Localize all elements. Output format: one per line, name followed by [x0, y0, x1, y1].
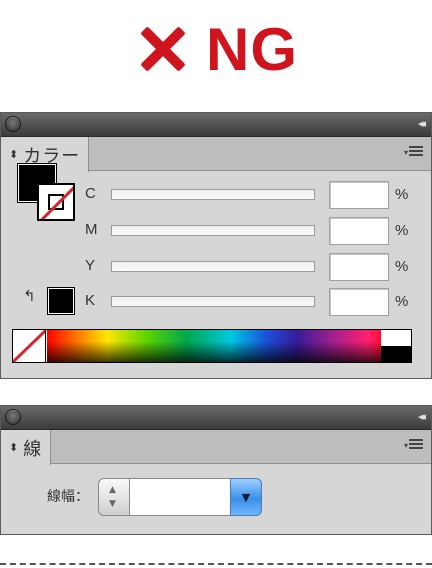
- ng-header: NG: [0, 14, 432, 84]
- stroke-weight-stepper[interactable]: ▲ ▼: [98, 478, 130, 516]
- cmyk-row-y: Y %: [85, 253, 425, 281]
- color-panel: ◂◂ ⬍ カラー ▾ C % M % Y % K % ↰: [0, 112, 432, 379]
- cross-icon: [134, 20, 192, 78]
- white-swatch[interactable]: [381, 330, 411, 346]
- menu-lines-icon: [409, 439, 423, 451]
- cmyk-label: K: [85, 292, 96, 309]
- black-swatch[interactable]: [381, 346, 411, 362]
- panel-menu-button[interactable]: ▾: [404, 439, 423, 451]
- stroke-weight-dropdown[interactable]: ▼: [230, 478, 262, 516]
- cmyk-row-k: K %: [85, 288, 425, 316]
- cmyk-row-c: C %: [85, 181, 425, 209]
- stroke-weight-label: 線幅：: [47, 489, 89, 505]
- cmyk-label: Y: [85, 257, 96, 274]
- last-color-swatch[interactable]: [47, 287, 75, 315]
- chevron-down-icon: ▼: [241, 490, 251, 504]
- k-slider[interactable]: [111, 296, 315, 307]
- ng-label: NG: [206, 15, 298, 83]
- percent-unit: %: [395, 186, 409, 203]
- m-input[interactable]: [329, 217, 389, 245]
- cmyk-label: M: [85, 221, 98, 238]
- c-slider[interactable]: [111, 189, 315, 200]
- stroke-panel: ◂◂ ⬍ 線 ▾ 線幅： ▲ ▼ ▼: [0, 405, 432, 535]
- color-spectrum[interactable]: [12, 329, 412, 363]
- y-input[interactable]: [329, 253, 389, 281]
- none-color-button[interactable]: [13, 330, 46, 362]
- menu-arrow-icon: ▾: [403, 147, 408, 157]
- collapse-icon[interactable]: ◂◂: [418, 410, 426, 423]
- stroke-panel-titlebar[interactable]: ◂◂: [1, 406, 431, 430]
- percent-unit: %: [395, 258, 409, 275]
- cmyk-row-m: M %: [85, 217, 425, 245]
- menu-arrow-icon: ▾: [403, 440, 408, 450]
- none-slash-icon: [13, 330, 45, 362]
- tab-stroke[interactable]: ⬍ 線: [1, 430, 52, 465]
- dashed-divider: [0, 563, 432, 565]
- close-button[interactable]: [5, 409, 21, 425]
- stroke-panel-tabrow: ⬍ 線 ▾: [1, 430, 431, 465]
- color-panel-titlebar[interactable]: ◂◂: [1, 113, 431, 137]
- k-input[interactable]: [329, 288, 389, 316]
- stroke-swatch-none[interactable]: [37, 183, 75, 221]
- none-slash-icon: [39, 185, 73, 219]
- tab-toggle-icon[interactable]: ⬍: [9, 442, 18, 453]
- stepper-down-icon[interactable]: ▼: [109, 499, 116, 509]
- cmyk-label: C: [85, 185, 96, 202]
- spectrum-bar[interactable]: [47, 330, 381, 362]
- percent-unit: %: [395, 293, 409, 310]
- close-button[interactable]: [5, 116, 21, 132]
- tab-stroke-label: 線: [23, 438, 43, 460]
- collapse-icon[interactable]: ◂◂: [418, 117, 426, 130]
- y-slider[interactable]: [111, 261, 315, 272]
- stroke-weight-input[interactable]: [129, 478, 231, 516]
- percent-unit: %: [395, 222, 409, 239]
- stepper-up-icon[interactable]: ▲: [109, 485, 116, 495]
- c-input[interactable]: [329, 181, 389, 209]
- m-slider[interactable]: [111, 225, 315, 236]
- tab-toggle-icon[interactable]: ⬍: [9, 149, 18, 160]
- panel-menu-button[interactable]: ▾: [404, 146, 423, 158]
- color-panel-tabrow: ⬍ カラー ▾: [1, 137, 431, 172]
- menu-lines-icon: [409, 146, 423, 158]
- return-arrow-icon[interactable]: ↰: [23, 287, 36, 305]
